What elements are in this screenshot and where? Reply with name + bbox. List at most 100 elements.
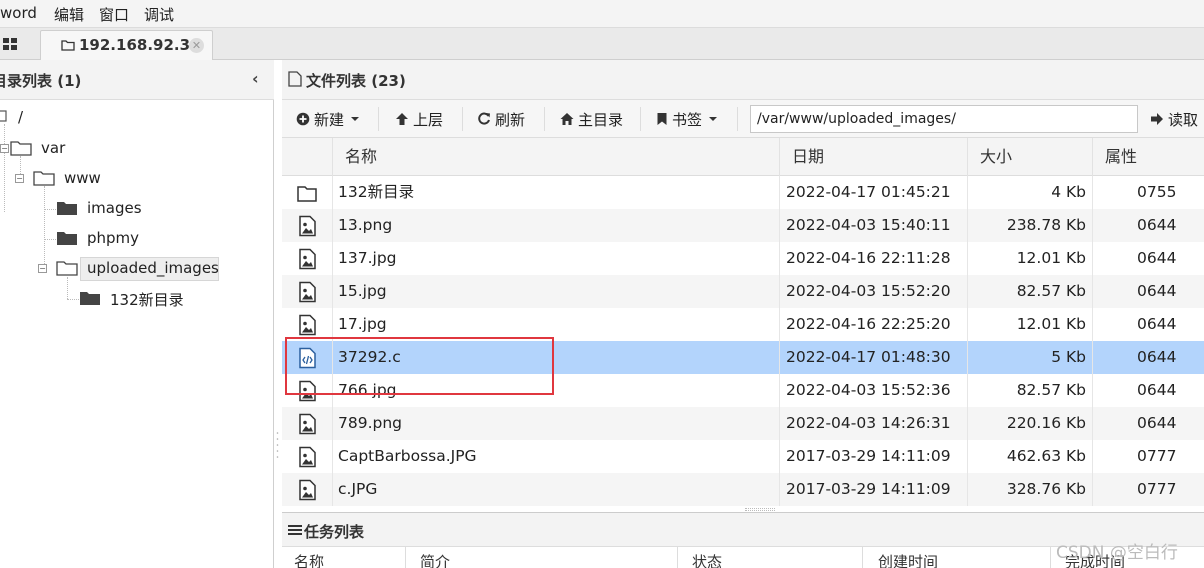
file-attr: 0777 [1137, 480, 1177, 498]
file-attr: 0777 [1137, 447, 1177, 465]
file-panel-header: 文件列表 (23) [282, 60, 1204, 100]
menu-item-word[interactable]: word [0, 4, 37, 22]
tree-node-root[interactable]: / [18, 108, 23, 126]
tree-node-phpmy[interactable]: phpmy [87, 229, 139, 247]
table-row[interactable]: c.JPG 2017-03-29 14:11:09 328.76 Kb 0777 [282, 473, 1204, 506]
column-header-name[interactable]: 名称 [332, 138, 779, 176]
tab-connection[interactable]: 192.168.92.3 ✕ [40, 30, 213, 60]
file-attr: 0644 [1137, 315, 1177, 333]
splitter-handle[interactable] [276, 430, 279, 460]
tree-node-uploaded-images[interactable]: uploaded_images [87, 259, 219, 277]
collapse-icon[interactable]: − [38, 264, 47, 273]
file-date: 2022-04-03 15:40:11 [786, 216, 951, 234]
refresh-icon [478, 112, 490, 125]
menu-bar: word 编辑 窗口 调试 [0, 0, 1204, 28]
up-button[interactable]: 上层 [395, 106, 443, 132]
column-header-attr[interactable]: 属性 [1092, 138, 1204, 176]
file-date: 2022-04-16 22:11:28 [786, 249, 951, 267]
column-header-date[interactable]: 日期 [779, 138, 967, 176]
image-file-icon [299, 215, 316, 237]
folder-icon [0, 110, 7, 122]
file-size: 462.63 Kb [1006, 447, 1086, 465]
file-name: 13.png [338, 216, 393, 234]
directory-panel: 目录列表 (1) ‹ / − var − www images phpmy − … [0, 60, 274, 568]
file-toolbar: 新建 上层 刷新 主目录 书签 读取 [282, 100, 1204, 138]
file-name: 789.png [338, 414, 403, 432]
read-button[interactable]: 读取 [1150, 106, 1198, 132]
column-header-size[interactable]: 大小 [967, 138, 1092, 176]
file-attr: 0644 [1137, 216, 1177, 234]
table-row[interactable]: 15.jpg 2022-04-03 15:52:20 82.57 Kb 0644 [282, 275, 1204, 308]
file-size: 82.57 Kb [1016, 381, 1086, 399]
file-size: 12.01 Kb [1016, 315, 1086, 333]
file-attr: 0644 [1137, 249, 1177, 267]
folder-icon [57, 202, 77, 215]
file-name: 132新目录 [338, 183, 415, 201]
task-column-created[interactable]: 创建时间 [878, 551, 938, 568]
table-row[interactable]: 789.png 2022-04-03 14:26:31 220.16 Kb 0644 [282, 407, 1204, 440]
file-size: 238.78 Kb [1006, 216, 1086, 234]
tree-node-var[interactable]: var [41, 139, 65, 157]
arrow-up-icon [396, 113, 408, 125]
folder-icon [80, 292, 100, 305]
task-panel-title: 任务列表 [304, 523, 365, 541]
file-table-header: 名称 日期 大小 属性 [282, 138, 1204, 176]
file-attr: 0644 [1137, 414, 1177, 432]
file-name: CaptBarbossa.JPG [338, 447, 477, 465]
task-column-name[interactable]: 名称 [294, 551, 324, 568]
file-panel-title: 文件列表 (23) [306, 72, 406, 90]
file-attr: 0644 [1137, 282, 1177, 300]
read-button-label: 读取 [1168, 110, 1199, 129]
file-attr: 0644 [1137, 348, 1177, 366]
close-icon[interactable]: ✕ [189, 38, 204, 53]
menu-item-edit[interactable]: 编辑 [54, 4, 84, 25]
image-file-icon [299, 314, 316, 336]
path-input[interactable] [750, 105, 1138, 133]
file-size: 82.57 Kb [1016, 282, 1086, 300]
home-button-label: 主目录 [578, 110, 624, 129]
tree-node-www[interactable]: www [64, 169, 101, 187]
file-date: 2017-03-29 14:11:09 [786, 480, 951, 498]
directory-panel-title: 目录列表 (1) [0, 72, 82, 90]
file-attr: 0755 [1137, 183, 1177, 201]
menu-item-debug[interactable]: 调试 [144, 4, 174, 25]
refresh-button[interactable]: 刷新 [477, 106, 525, 132]
tree-node-new-dir[interactable]: 132新目录 [110, 289, 184, 310]
collapse-icon[interactable]: − [15, 174, 24, 183]
file-date: 2022-04-16 22:25:20 [786, 315, 951, 333]
folder-open-icon [33, 171, 55, 186]
bookmark-button-label: 书签 [672, 110, 703, 129]
task-column-description[interactable]: 简介 [420, 551, 450, 568]
file-name: 15.jpg [338, 282, 387, 300]
file-date: 2022-04-03 15:52:36 [786, 381, 951, 399]
chevron-left-icon[interactable]: ‹ [252, 69, 259, 88]
up-button-label: 上层 [413, 110, 444, 129]
file-name: c.JPG [338, 480, 378, 498]
highlight-annotation [285, 337, 554, 395]
file-size: 12.01 Kb [1016, 249, 1086, 267]
file-icon [288, 71, 302, 87]
bookmark-button[interactable]: 书签 [656, 106, 720, 132]
file-date: 2017-03-29 14:11:09 [786, 447, 951, 465]
file-panel: 文件列表 (23) 新建 上层 刷新 主目录 书签 /var/www/uploa… [282, 60, 1204, 568]
task-column-status[interactable]: 状态 [692, 551, 722, 568]
image-file-icon [299, 281, 316, 303]
collapse-icon[interactable]: − [0, 144, 9, 153]
tree-node-images[interactable]: images [87, 199, 142, 217]
folder-open-icon [56, 261, 78, 276]
image-file-icon [299, 248, 316, 270]
table-row[interactable]: 13.png 2022-04-03 15:40:11 238.78 Kb 0644 [282, 209, 1204, 242]
menu-item-window[interactable]: 窗口 [99, 4, 129, 25]
table-row[interactable]: CaptBarbossa.JPG 2017-03-29 14:11:09 462.6… [282, 440, 1204, 473]
list-icon [288, 525, 302, 535]
table-row[interactable]: 137.jpg 2022-04-16 22:11:28 12.01 Kb 0644 [282, 242, 1204, 275]
folder-icon [297, 186, 317, 202]
table-row[interactable]: 132新目录 2022-04-17 01:45:21 4 Kb 0755 [282, 176, 1204, 209]
file-name: 137.jpg [338, 249, 397, 267]
new-button[interactable]: 新建 [296, 106, 362, 132]
home-button[interactable]: 主目录 [560, 106, 623, 132]
grid-icon[interactable] [2, 36, 18, 52]
caret-down-icon [351, 117, 360, 121]
file-size: 328.76 Kb [1006, 480, 1086, 498]
panel-resize-grip[interactable] [745, 508, 775, 511]
